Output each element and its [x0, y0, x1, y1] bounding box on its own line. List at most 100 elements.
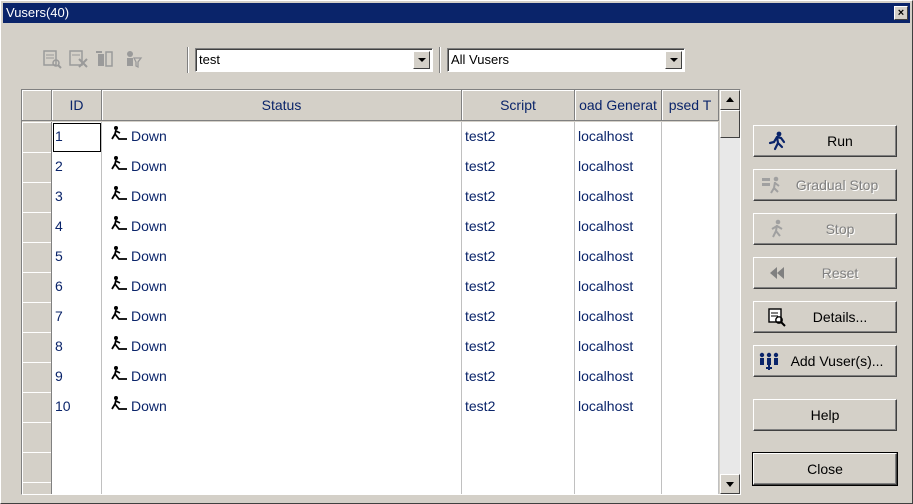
row-header[interactable] [22, 122, 52, 153]
empty-cell[interactable] [575, 422, 662, 453]
help-button[interactable]: Help [753, 399, 897, 431]
empty-cell[interactable] [462, 482, 575, 494]
cell-elapsed[interactable] [662, 302, 719, 333]
cell-generator[interactable]: localhost [575, 212, 662, 243]
empty-cell[interactable] [102, 452, 462, 483]
vuser-filter-icon[interactable] [121, 48, 143, 70]
cell-generator[interactable]: localhost [575, 272, 662, 303]
cell-id[interactable]: 7 [52, 302, 102, 333]
row-header[interactable] [22, 152, 52, 183]
cell-elapsed[interactable] [662, 332, 719, 363]
cell-generator[interactable]: localhost [575, 152, 662, 183]
cell-id[interactable]: 4 [52, 212, 102, 243]
empty-cell[interactable] [462, 422, 575, 453]
row-header[interactable] [22, 302, 52, 333]
column-header[interactable]: psed T [662, 90, 719, 121]
cell-status[interactable]: Down [102, 242, 462, 273]
column-header[interactable]: oad Generat [575, 90, 662, 121]
cell-id[interactable]: 8 [52, 332, 102, 363]
row-header[interactable] [22, 182, 52, 213]
cell-script[interactable]: test2 [462, 122, 575, 153]
empty-cell[interactable] [52, 452, 102, 483]
cell-status[interactable]: Down [102, 332, 462, 363]
empty-cell[interactable] [52, 482, 102, 494]
cell-status[interactable]: Down [102, 362, 462, 393]
empty-cell[interactable] [102, 482, 462, 494]
cell-script[interactable]: test2 [462, 392, 575, 423]
cell-script[interactable]: test2 [462, 272, 575, 303]
gradual-stop-button[interactable]: Gradual Stop [753, 169, 897, 201]
row-header[interactable] [22, 452, 52, 483]
add-vusers-button[interactable]: Add Vuser(s)... [753, 345, 897, 377]
cell-id[interactable]: 10 [52, 392, 102, 423]
cell-elapsed[interactable] [662, 272, 719, 303]
cell-id[interactable]: 2 [52, 152, 102, 183]
row-header[interactable] [22, 392, 52, 423]
cell-status[interactable]: Down [102, 392, 462, 423]
cell-elapsed[interactable] [662, 242, 719, 273]
cell-status[interactable]: Down [102, 212, 462, 243]
cell-elapsed[interactable] [662, 212, 719, 243]
vuser-filter-combo[interactable]: All Vusers [447, 48, 685, 72]
cell-elapsed[interactable] [662, 182, 719, 213]
vertical-scrollbar[interactable] [720, 90, 740, 494]
group-details-icon[interactable] [41, 48, 63, 70]
empty-cell[interactable] [575, 452, 662, 483]
empty-cell[interactable] [662, 422, 719, 453]
grid-corner-header[interactable] [22, 90, 52, 121]
cell-elapsed[interactable] [662, 122, 719, 153]
row-header[interactable] [22, 242, 52, 273]
stop-button[interactable]: Stop [753, 213, 897, 245]
cell-generator[interactable]: localhost [575, 302, 662, 333]
cell-id[interactable]: 5 [52, 242, 102, 273]
cell-generator[interactable]: localhost [575, 362, 662, 393]
close-window-icon[interactable]: × [894, 6, 908, 20]
cell-generator[interactable]: localhost [575, 332, 662, 363]
scroll-down-icon[interactable] [720, 474, 740, 494]
cell-generator[interactable]: localhost [575, 242, 662, 273]
add-group-icon[interactable] [94, 48, 116, 70]
cell-id[interactable]: 3 [52, 182, 102, 213]
cell-elapsed[interactable] [662, 152, 719, 183]
group-combo[interactable]: test [195, 48, 433, 72]
empty-cell[interactable] [575, 482, 662, 494]
cell-status[interactable]: Down [102, 302, 462, 333]
cell-script[interactable]: test2 [462, 332, 575, 363]
cell-status[interactable]: Down [102, 272, 462, 303]
row-header[interactable] [22, 482, 52, 494]
empty-cell[interactable] [462, 452, 575, 483]
cell-generator[interactable]: localhost [575, 122, 662, 153]
cell-status[interactable]: Down [102, 182, 462, 213]
cell-script[interactable]: test2 [462, 362, 575, 393]
cell-id[interactable]: 1 [52, 122, 102, 153]
scroll-thumb[interactable] [720, 110, 740, 138]
vuser-filter-combo-dropdown-icon[interactable] [665, 51, 682, 69]
empty-cell[interactable] [102, 422, 462, 453]
row-header[interactable] [22, 362, 52, 393]
cell-script[interactable]: test2 [462, 242, 575, 273]
cell-script[interactable]: test2 [462, 152, 575, 183]
cell-id[interactable]: 9 [52, 362, 102, 393]
cell-generator[interactable]: localhost [575, 182, 662, 213]
row-header[interactable] [22, 332, 52, 363]
empty-cell[interactable] [52, 422, 102, 453]
cell-elapsed[interactable] [662, 362, 719, 393]
run-button[interactable]: Run [753, 125, 897, 157]
close-button[interactable]: Close [752, 452, 898, 486]
scroll-up-icon[interactable] [720, 90, 740, 110]
cell-status[interactable]: Down [102, 122, 462, 153]
remove-icon[interactable] [67, 48, 89, 70]
empty-cell[interactable] [662, 452, 719, 483]
cell-id[interactable]: 6 [52, 272, 102, 303]
cell-script[interactable]: test2 [462, 212, 575, 243]
cell-status[interactable]: Down [102, 152, 462, 183]
cell-script[interactable]: test2 [462, 182, 575, 213]
row-header[interactable] [22, 422, 52, 453]
details-button[interactable]: Details... [753, 301, 897, 333]
cell-script[interactable]: test2 [462, 302, 575, 333]
column-header[interactable]: Script [462, 90, 575, 121]
group-combo-dropdown-icon[interactable] [413, 51, 430, 69]
reset-button[interactable]: Reset [753, 257, 897, 289]
column-header[interactable]: Status [102, 90, 462, 121]
cell-generator[interactable]: localhost [575, 392, 662, 423]
